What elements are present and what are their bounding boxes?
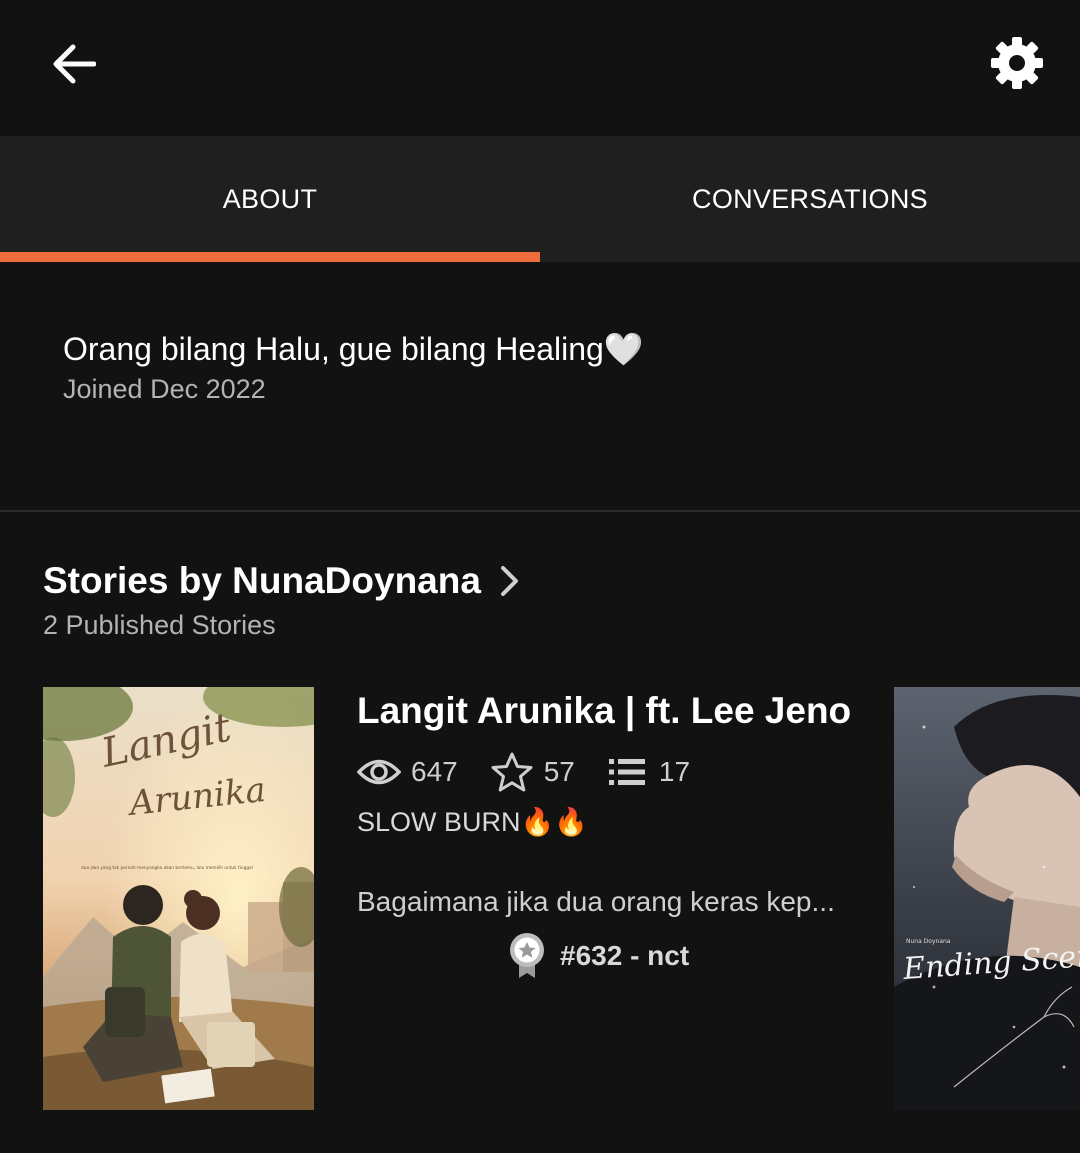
votes-stat: 57 bbox=[490, 751, 575, 793]
tab-about[interactable]: ABOUT bbox=[0, 136, 540, 262]
about-section: Orang bilang Halu, gue bilang Healing🤍 J… bbox=[0, 262, 1080, 512]
tab-conversations[interactable]: CONVERSATIONS bbox=[540, 136, 1080, 262]
cover-tagline: dua jiwa yang tak pernah menyangka akan … bbox=[81, 865, 253, 871]
parts-stat: 17 bbox=[608, 756, 691, 788]
reads-stat: 647 bbox=[357, 756, 458, 788]
joined-date: Joined Dec 2022 bbox=[63, 374, 266, 404]
profile-bio: Orang bilang Halu, gue bilang Healing🤍 bbox=[63, 331, 644, 367]
settings-button[interactable] bbox=[982, 28, 1052, 98]
parts-count: 17 bbox=[658, 756, 691, 787]
rank-label: #632 - nct bbox=[560, 940, 690, 971]
star-icon bbox=[491, 752, 533, 792]
list-icon bbox=[608, 759, 645, 785]
reads-count: 647 bbox=[411, 756, 458, 787]
story-tag[interactable]: SLOW BURN🔥🔥 bbox=[357, 806, 588, 838]
story-stats: 647 57 17 bbox=[357, 750, 690, 794]
cover-author: Nuna Doynana bbox=[906, 938, 951, 945]
tab-about-label: ABOUT bbox=[222, 183, 318, 214]
stories-title: Stories by NunaDoynana bbox=[43, 560, 481, 601]
story-title[interactable]: Langit Arunika | ft. Lee Jeno bbox=[357, 690, 851, 732]
cover-artwork: Langit Arunika dua jiwa yang tak pernah … bbox=[43, 687, 314, 1110]
chevron-right-icon bbox=[499, 564, 521, 598]
story-cover-ending-scene[interactable]: Nuna Doynana Ending Scene! bbox=[894, 687, 1080, 1110]
story-cover-langit-arunika[interactable]: Langit Arunika dua jiwa yang tak pernah … bbox=[43, 687, 314, 1110]
votes-count: 57 bbox=[543, 756, 575, 787]
eye-icon bbox=[357, 759, 401, 785]
profile-tabs: ABOUT CONVERSATIONS bbox=[0, 136, 1080, 262]
published-stories-count: 2 Published Stories bbox=[43, 610, 276, 640]
story-description: Bagaimana jika dua orang keras kep... bbox=[357, 886, 835, 917]
ranking-badge-icon bbox=[510, 933, 544, 978]
top-bar bbox=[0, 0, 1080, 136]
gear-icon bbox=[991, 37, 1043, 89]
arrow-left-icon bbox=[53, 44, 96, 84]
cover-artwork-2: Nuna Doynana Ending Scene! bbox=[894, 687, 1080, 1110]
stories-header-link[interactable]: Stories by NunaDoynana bbox=[43, 560, 521, 602]
story-ranking[interactable]: #632 - nct bbox=[508, 930, 689, 982]
tab-conversations-label: CONVERSATIONS bbox=[692, 183, 928, 214]
active-tab-indicator bbox=[0, 252, 540, 262]
back-button[interactable] bbox=[40, 30, 108, 98]
